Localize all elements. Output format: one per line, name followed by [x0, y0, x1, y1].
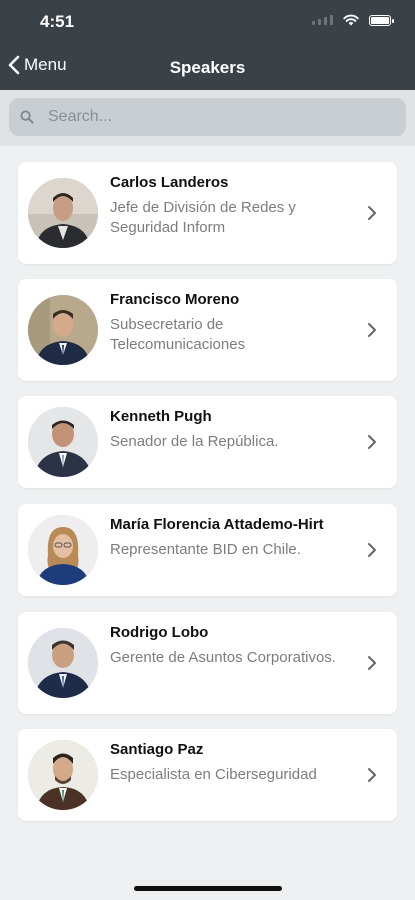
avatar: [28, 295, 98, 365]
status-time: 4:51: [40, 12, 75, 31]
speaker-card[interactable]: Santiago Paz Especialista en Ciberseguri…: [18, 729, 397, 821]
app-header: 4:51 Menu Speakers: [0, 0, 415, 90]
status-icons: [312, 14, 394, 26]
speaker-role: Subsecretario de Telecomunicaciones: [110, 316, 246, 353]
chevron-right-icon: [368, 543, 376, 557]
chevron-right-icon: [368, 206, 376, 220]
search-icon: [20, 110, 34, 124]
speaker-name: María Florencia Attademo-Hirt: [110, 516, 324, 533]
page-title: Speakers: [169, 58, 246, 77]
speaker-name: Santiago Paz: [110, 741, 204, 758]
speaker-card[interactable]: María Florencia Attademo-Hirt Representa…: [18, 504, 397, 596]
search-bar: [0, 90, 415, 146]
speaker-card[interactable]: Rodrigo Lobo Gerente de Asuntos Corporat…: [18, 612, 397, 714]
speaker-name: Carlos Landeros: [110, 174, 229, 191]
speaker-card[interactable]: Kenneth Pugh Senador de la República.: [18, 396, 397, 488]
avatar: [28, 740, 98, 810]
avatar: [28, 178, 98, 248]
chevron-right-icon: [368, 323, 376, 337]
battery-icon: [369, 14, 394, 26]
signal-icon: [312, 15, 333, 25]
avatar: [28, 628, 98, 698]
speaker-card[interactable]: Carlos Landeros Jefe de División de Rede…: [18, 162, 397, 264]
avatar: [28, 407, 98, 477]
speaker-name: Kenneth Pugh: [110, 408, 212, 425]
speaker-name: Francisco Moreno: [110, 291, 240, 308]
speaker-role: Representante BID en Chile.: [110, 541, 301, 558]
wifi-icon: [343, 14, 359, 26]
search-field[interactable]: [9, 98, 406, 136]
home-indicator[interactable]: [134, 886, 282, 891]
chevron-right-icon: [368, 435, 376, 449]
chevron-right-icon: [368, 768, 376, 782]
avatar: [28, 515, 98, 585]
search-input[interactable]: [46, 107, 380, 127]
speaker-role: Senador de la República.: [110, 433, 279, 450]
speaker-name: Rodrigo Lobo: [110, 624, 209, 641]
speaker-card[interactable]: Francisco Moreno Subsecretario de Teleco…: [18, 279, 397, 381]
speaker-role: Especialista en Ciberseguridad: [110, 766, 317, 783]
speaker-role: Gerente de Asuntos Corporativos.: [110, 649, 336, 666]
chevron-right-icon: [368, 656, 376, 670]
speaker-role: Jefe de División de Redes y Seguridad In…: [110, 199, 296, 236]
